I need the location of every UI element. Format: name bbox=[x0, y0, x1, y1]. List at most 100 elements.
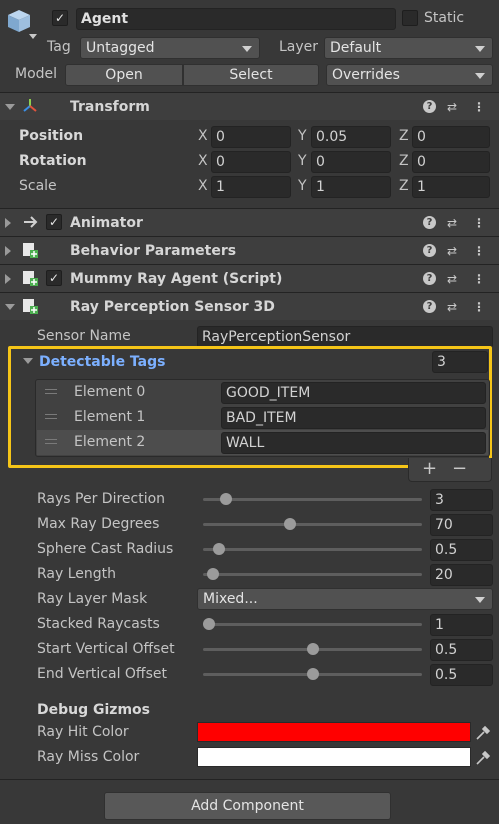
mummy-enabled-checkbox[interactable]: ✓ bbox=[46, 270, 62, 286]
stacked-raycasts-slider-knob[interactable] bbox=[203, 618, 215, 630]
start-vertical-offset-slider-knob[interactable] bbox=[306, 643, 319, 655]
animator-enabled-checkbox[interactable]: ✓ bbox=[46, 214, 62, 230]
tag-element-field[interactable]: WALL bbox=[221, 432, 486, 454]
active-checkbox[interactable]: ✓ bbox=[52, 10, 68, 26]
max-ray-degrees-slider-track[interactable] bbox=[203, 523, 422, 526]
axis-z-label[interactable]: Z bbox=[399, 126, 409, 146]
sphere-cast-radius-slider-track[interactable] bbox=[203, 548, 422, 551]
foldout-expanded-icon[interactable] bbox=[5, 304, 15, 310]
transform-z-field[interactable]: 1 bbox=[412, 176, 490, 198]
end-vertical-offset-slider-knob[interactable] bbox=[306, 668, 319, 680]
context-menu-icon[interactable]: ⋮ bbox=[473, 270, 485, 288]
chevron-down-icon bbox=[475, 73, 485, 79]
foldout-collapsed-icon[interactable] bbox=[5, 246, 11, 256]
help-icon[interactable]: ? bbox=[423, 300, 436, 313]
sensor-name-field[interactable]: RayPerceptionSensor bbox=[197, 326, 493, 348]
stacked-raycasts-label: Stacked Raycasts bbox=[37, 616, 160, 632]
model-label: Model bbox=[15, 66, 58, 82]
transform-z-field[interactable]: 0 bbox=[412, 151, 490, 173]
ray-miss-color-swatch[interactable] bbox=[197, 747, 471, 767]
tag-element-label: Element 2 bbox=[74, 434, 146, 450]
mummy-ray-agent-title: Mummy Ray Agent (Script) bbox=[70, 271, 283, 287]
presets-icon[interactable]: ⇄ bbox=[447, 270, 457, 288]
foldout-collapsed-icon[interactable] bbox=[5, 218, 11, 228]
eyedropper-icon[interactable] bbox=[474, 747, 492, 767]
context-menu-icon[interactable]: ⋮ bbox=[473, 298, 485, 316]
axis-x-label[interactable]: X bbox=[198, 151, 208, 171]
ray-hit-color-swatch[interactable] bbox=[197, 722, 471, 742]
ray-length-field[interactable]: 20 bbox=[430, 564, 493, 586]
transform-y-field[interactable]: 1 bbox=[311, 176, 391, 198]
tag-element-field[interactable]: BAD_ITEM bbox=[221, 407, 486, 429]
help-icon[interactable]: ? bbox=[423, 100, 436, 113]
axis-z-label[interactable]: Z bbox=[399, 176, 409, 196]
transform-y-field[interactable]: 0 bbox=[311, 151, 391, 173]
max-ray-degrees-field[interactable]: 70 bbox=[430, 514, 493, 536]
sphere-cast-radius-field[interactable]: 0.5 bbox=[430, 539, 493, 561]
context-menu-icon[interactable]: ⋮ bbox=[473, 214, 485, 232]
help-icon[interactable]: ? bbox=[423, 216, 436, 229]
axis-y-label[interactable]: Y bbox=[298, 126, 307, 146]
eyedropper-icon[interactable] bbox=[474, 722, 492, 742]
layer-dropdown[interactable]: Default bbox=[324, 37, 493, 59]
detectable-tags-label[interactable]: Detectable Tags bbox=[39, 352, 165, 372]
transform-header[interactable]: Transform ? ⇄ ⋮ bbox=[0, 92, 499, 120]
detectable-tags-foldout-icon[interactable] bbox=[23, 358, 33, 364]
help-icon[interactable]: ? bbox=[423, 272, 436, 285]
drag-handle-icon[interactable] bbox=[45, 414, 57, 419]
axis-y-label[interactable]: Y bbox=[298, 151, 307, 171]
transform-x-field[interactable]: 1 bbox=[211, 176, 291, 198]
transform-x-field[interactable]: 0 bbox=[211, 151, 291, 173]
rays-per-direction-field[interactable]: 3 bbox=[430, 489, 493, 511]
list-footer bbox=[408, 458, 492, 482]
open-prefab-button[interactable]: Open bbox=[65, 64, 183, 86]
add-element-button[interactable]: + bbox=[422, 459, 437, 479]
sphere-cast-radius-label: Sphere Cast Radius bbox=[37, 541, 174, 557]
transform-y-field[interactable]: 0.05 bbox=[311, 126, 391, 148]
axis-x-label[interactable]: X bbox=[198, 126, 208, 146]
foldout-expanded-icon[interactable] bbox=[5, 104, 15, 110]
help-icon[interactable]: ? bbox=[423, 244, 436, 257]
max-ray-degrees-slider-knob[interactable] bbox=[283, 518, 296, 530]
stacked-raycasts-field[interactable]: 1 bbox=[430, 614, 493, 636]
transform-z-field[interactable]: 0 bbox=[412, 126, 490, 148]
ray-length-slider-knob[interactable] bbox=[207, 568, 220, 580]
presets-icon[interactable]: ⇄ bbox=[447, 98, 457, 116]
tag-dropdown[interactable]: Untagged bbox=[80, 37, 260, 59]
mummy-ray-agent-header[interactable]: ✓ Mummy Ray Agent (Script) ? ⇄ ⋮ bbox=[0, 264, 499, 292]
rays-per-direction-slider-knob[interactable] bbox=[219, 493, 232, 505]
rays-per-direction-slider-track[interactable] bbox=[203, 498, 422, 501]
transform-x-field[interactable]: 0 bbox=[211, 126, 291, 148]
detectable-tags-size-field[interactable]: 3 bbox=[432, 351, 488, 373]
foldout-collapsed-icon[interactable] bbox=[5, 274, 11, 284]
object-name-field[interactable]: Agent bbox=[76, 8, 396, 30]
overrides-dropdown[interactable]: Overrides bbox=[326, 64, 493, 86]
drag-handle-icon[interactable] bbox=[45, 439, 57, 444]
ray-perception-header[interactable]: Ray Perception Sensor 3D ? ⇄ ⋮ bbox=[0, 292, 499, 320]
presets-icon[interactable]: ⇄ bbox=[447, 214, 457, 232]
animator-header[interactable]: ✓ Animator ? ⇄ ⋮ bbox=[0, 208, 499, 236]
behavior-parameters-header[interactable]: Behavior Parameters ? ⇄ ⋮ bbox=[0, 236, 499, 264]
ray-length-slider-track[interactable] bbox=[203, 573, 422, 576]
drag-handle-icon[interactable] bbox=[45, 389, 57, 394]
presets-icon[interactable]: ⇄ bbox=[447, 242, 457, 260]
axis-y-label[interactable]: Y bbox=[298, 176, 307, 196]
sphere-cast-radius-slider-knob[interactable] bbox=[213, 543, 226, 555]
overrides-label: Overrides bbox=[332, 67, 400, 83]
axis-z-label[interactable]: Z bbox=[399, 151, 409, 171]
tag-element-field[interactable]: GOOD_ITEM bbox=[221, 382, 486, 404]
context-menu-icon[interactable]: ⋮ bbox=[473, 242, 485, 260]
ray-layer-mask-dropdown[interactable]: Mixed... bbox=[197, 588, 493, 610]
select-prefab-button[interactable]: Select bbox=[183, 64, 319, 86]
static-checkbox[interactable] bbox=[402, 10, 418, 26]
remove-element-button[interactable]: − bbox=[452, 459, 467, 479]
rays-per-direction-label: Rays Per Direction bbox=[37, 491, 166, 507]
axis-x-label[interactable]: X bbox=[198, 176, 208, 196]
end-vertical-offset-field[interactable]: 0.5 bbox=[430, 664, 493, 686]
presets-icon[interactable]: ⇄ bbox=[447, 298, 457, 316]
context-menu-icon[interactable]: ⋮ bbox=[473, 98, 485, 116]
stacked-raycasts-slider-track[interactable] bbox=[203, 623, 422, 626]
start-vertical-offset-field[interactable]: 0.5 bbox=[430, 639, 493, 661]
add-component-button[interactable]: Add Component bbox=[104, 792, 391, 820]
icon-dropdown-arrow[interactable] bbox=[29, 34, 37, 39]
